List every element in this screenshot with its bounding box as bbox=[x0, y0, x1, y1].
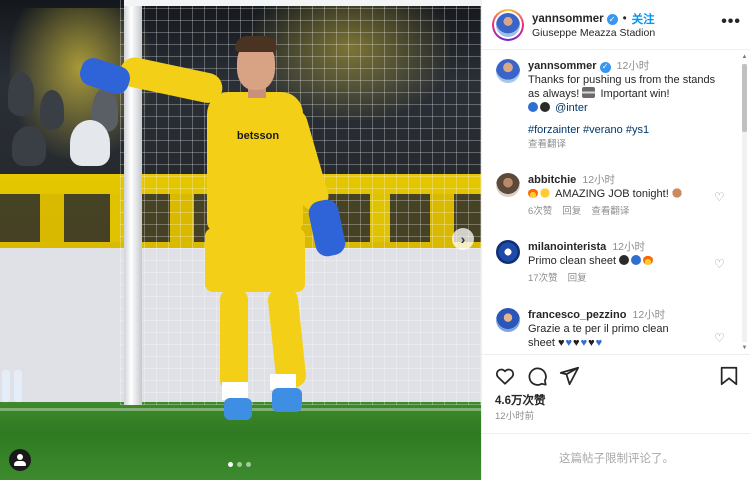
scroll-down-arrow-icon[interactable]: ▼ bbox=[741, 345, 748, 352]
verified-badge-icon: ✓ bbox=[606, 13, 618, 25]
bookmark-icon[interactable] bbox=[718, 365, 740, 387]
verified-badge-icon: ✓ bbox=[599, 61, 611, 73]
comment-username[interactable]: francesco_pezzino bbox=[528, 309, 626, 321]
scroll-up-arrow-icon[interactable]: ▲ bbox=[741, 54, 748, 61]
comments-list[interactable]: yannsommer ✓ 12小时 Thanks for pushing us … bbox=[482, 51, 742, 353]
clap-emoji-icon bbox=[671, 188, 682, 198]
post-header: yannsommer ✓ • 关注 Giuseppe Meazza Stadio… bbox=[482, 0, 750, 50]
hair bbox=[235, 36, 277, 52]
author-username[interactable]: yannsommer bbox=[532, 13, 604, 25]
blue-heart-emoji-icon: ♥ bbox=[595, 337, 603, 349]
black-heart-emoji-icon: ♥ bbox=[557, 337, 565, 349]
reply-button[interactable]: 回复 bbox=[562, 205, 581, 219]
post-actions: 4.6万次赞 12小时前 这篇帖子限制评论了。 bbox=[482, 354, 750, 480]
caption-mention[interactable]: @inter bbox=[555, 102, 588, 114]
tagged-users-icon[interactable] bbox=[9, 449, 31, 471]
carousel-dot-active bbox=[228, 462, 233, 467]
jersey-sponsor: betsson bbox=[236, 130, 280, 142]
comment-time: 12小时 bbox=[632, 309, 666, 321]
blue-heart-emoji-icon: ♥ bbox=[580, 337, 588, 349]
goalkeeper-figure: betsson bbox=[0, 0, 481, 480]
left-boot bbox=[224, 398, 252, 420]
fire-emoji-icon bbox=[643, 255, 654, 265]
comment-text: Grazie a te per il primo clean bbox=[528, 323, 669, 335]
carousel-indicator bbox=[228, 462, 251, 467]
stadium-emoji-icon bbox=[582, 87, 596, 98]
shorts bbox=[205, 228, 305, 292]
comments-scrollbar[interactable]: ▲ ▼ bbox=[741, 54, 748, 352]
next-slide-button[interactable]: › bbox=[452, 228, 474, 250]
caption-text-2: Important win! bbox=[600, 88, 670, 100]
caption-username[interactable]: yannsommer bbox=[528, 60, 596, 72]
caption-hashtags[interactable]: #forzainter #verano #ys1 bbox=[528, 124, 649, 136]
black-heart-emoji-icon: ♥ bbox=[588, 337, 595, 349]
reply-button[interactable]: 回复 bbox=[568, 272, 587, 286]
blue-circle-emoji-icon bbox=[528, 102, 538, 112]
right-glove bbox=[306, 197, 348, 259]
right-boot bbox=[272, 388, 302, 412]
black-heart-emoji-icon: ♥ bbox=[573, 337, 580, 349]
comment-like-heart-icon[interactable]: ♡ bbox=[714, 191, 726, 203]
fire-emoji-icon bbox=[528, 188, 538, 198]
post-location[interactable]: Giuseppe Meazza Stadion bbox=[532, 27, 655, 39]
see-translation-link[interactable]: 查看翻译 bbox=[528, 139, 566, 150]
blue-heart-emoji-icon: ♥ bbox=[565, 337, 573, 349]
caption-time: 12小时 bbox=[616, 60, 650, 72]
comment-text: AMAZING JOB tonight! bbox=[555, 188, 669, 200]
commenter-avatar[interactable] bbox=[496, 308, 520, 332]
post-side-panel: yannsommer ✓ • 关注 Giuseppe Meazza Stadio… bbox=[481, 0, 750, 480]
post-photo[interactable]: betsson › bbox=[0, 0, 481, 480]
carousel-dot bbox=[246, 462, 251, 467]
author-avatar[interactable] bbox=[492, 9, 524, 41]
comment-username[interactable]: milanointerista bbox=[528, 241, 606, 253]
comment-time: 12小时 bbox=[582, 174, 616, 186]
comment-text: Primo clean sheet bbox=[528, 255, 617, 267]
black-circle-emoji-icon bbox=[540, 102, 550, 112]
smiling-emoji-icon bbox=[540, 188, 550, 198]
heart-icon[interactable] bbox=[494, 365, 516, 387]
comment-like-heart-icon[interactable]: ♡ bbox=[714, 258, 726, 270]
paper-plane-icon[interactable] bbox=[558, 365, 580, 387]
left-leg bbox=[220, 288, 248, 392]
see-translation-link[interactable]: 查看翻译 bbox=[591, 205, 629, 219]
scrollbar-thumb[interactable] bbox=[742, 64, 747, 132]
comment-like-heart-icon[interactable]: ♡ bbox=[714, 332, 726, 344]
comment-likes[interactable]: 6次赞 bbox=[528, 205, 552, 219]
comment-time: 12小时 bbox=[612, 241, 645, 253]
commenter-avatar[interactable] bbox=[496, 240, 520, 264]
comment-icon[interactable] bbox=[526, 365, 548, 387]
more-options-icon[interactable]: ••• bbox=[721, 13, 741, 31]
black-circle-emoji-icon bbox=[619, 255, 630, 265]
separator-dot: • bbox=[622, 13, 627, 25]
blue-circle-emoji-icon bbox=[631, 255, 642, 265]
follow-button[interactable]: 关注 bbox=[632, 11, 655, 27]
author-avatar[interactable] bbox=[496, 59, 520, 83]
post-likes-count[interactable]: 4.6万次赞 bbox=[495, 392, 546, 408]
commenter-avatar[interactable] bbox=[496, 173, 520, 197]
author-line: yannsommer ✓ • 关注 bbox=[532, 11, 655, 27]
comment-username[interactable]: abbitchie bbox=[528, 174, 576, 186]
left-arm bbox=[117, 54, 226, 106]
carousel-dot bbox=[237, 462, 242, 467]
comment-text-2: sheet bbox=[528, 337, 555, 349]
comments-limited-notice: 这篇帖子限制评论了。 bbox=[482, 433, 750, 480]
comment-likes[interactable]: 17次赞 bbox=[528, 272, 558, 286]
post-timestamp: 12小时前 bbox=[495, 411, 535, 422]
